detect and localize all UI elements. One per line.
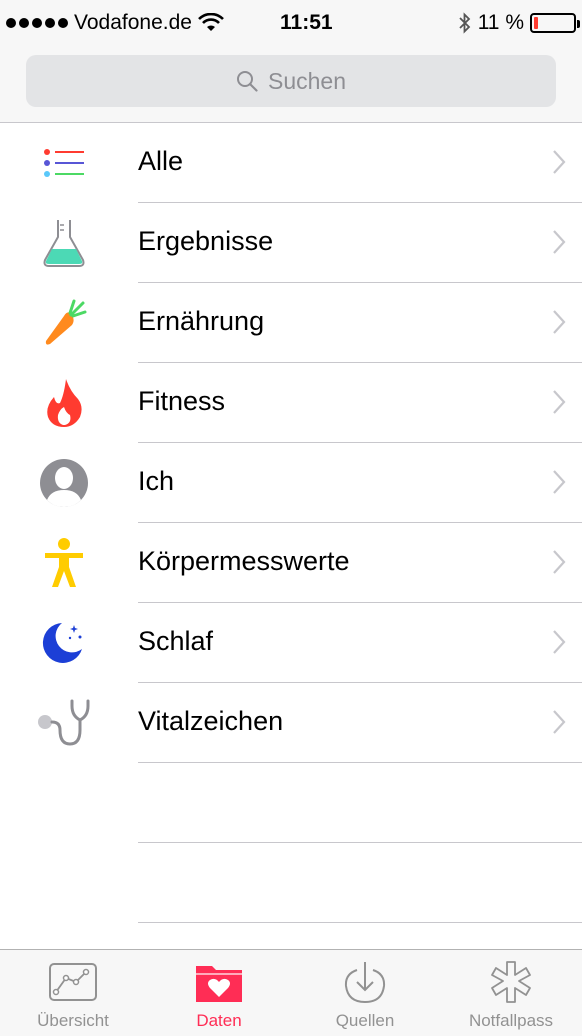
list-item-schlaf[interactable]: Schlaf (0, 603, 582, 683)
chevron-right-icon (553, 470, 566, 494)
tab-uebersicht[interactable]: Übersicht (0, 950, 146, 1036)
flask-icon (34, 215, 94, 271)
chart-icon (49, 963, 97, 1001)
chevron-right-icon (553, 310, 566, 334)
carrot-icon (34, 295, 94, 351)
bluetooth-icon (459, 12, 470, 34)
chevron-right-icon (553, 150, 566, 174)
list-item-label: Vitalzeichen (138, 706, 284, 736)
list-item-label: Schlaf (138, 626, 214, 656)
list-item-vitalzeichen[interactable]: Vitalzeichen (0, 683, 582, 763)
search-area: Suchen (0, 44, 582, 123)
search-input[interactable]: Suchen (26, 55, 556, 107)
tab-bar: Übersicht Daten Quellen Notfallpass (0, 949, 582, 1036)
tab-label: Übersicht (37, 1011, 109, 1030)
battery-percent: 11 % (477, 11, 524, 34)
divider (138, 762, 582, 763)
list-item-ich[interactable]: Ich (0, 443, 582, 523)
list-item-label: Fitness (138, 386, 226, 416)
folder-heart-icon (196, 966, 242, 1002)
chevron-right-icon (553, 230, 566, 254)
list-item-ernaehrung[interactable]: Ernährung (0, 283, 582, 363)
tab-daten[interactable]: Daten (146, 950, 292, 1036)
flame-icon (34, 375, 94, 431)
battery-icon (530, 13, 580, 33)
tab-notfallpass[interactable]: Notfallpass (438, 950, 582, 1036)
clock: 11:51 (280, 11, 333, 34)
list-item-ergebnisse[interactable]: Ergebnisse (0, 203, 582, 283)
category-list: Alle Ergebnisse Ernährung Fitness Ich Kö… (0, 123, 582, 949)
wifi-icon (198, 13, 224, 31)
list-item-label: Ergebnisse (138, 226, 274, 256)
list-item-fitness[interactable]: Fitness (0, 363, 582, 443)
tab-label: Daten (196, 1011, 242, 1030)
chevron-right-icon (553, 390, 566, 414)
chevron-right-icon (553, 550, 566, 574)
list-item-label: Körpermesswerte (138, 546, 350, 576)
asterisk-icon (491, 961, 531, 1003)
moon-icon (34, 615, 94, 671)
list-item-label: Alle (138, 146, 184, 176)
signal-dots-icon (6, 18, 68, 28)
search-icon (236, 71, 258, 92)
chevron-right-icon (553, 630, 566, 654)
search-placeholder: Suchen (267, 67, 346, 94)
list-item-label: Ich (138, 466, 175, 496)
list-item-koerpermesswerte[interactable]: Körpermesswerte (0, 523, 582, 603)
status-bar: Vodafone.de 11:51 11 % (0, 0, 582, 44)
list-item-alle[interactable]: Alle (0, 123, 582, 203)
download-icon (344, 962, 386, 1004)
tab-quellen[interactable]: Quellen (292, 950, 438, 1036)
carrier-name: Vodafone.de (74, 11, 192, 34)
chevron-right-icon (553, 710, 566, 734)
tab-label: Quellen (335, 1011, 395, 1030)
person-icon (34, 455, 94, 511)
list-item-label: Ernährung (138, 306, 265, 336)
tab-label: Notfallpass (468, 1011, 554, 1030)
stethoscope-icon (34, 695, 94, 751)
battery-level (534, 17, 538, 29)
divider (138, 922, 582, 923)
list-icon (34, 135, 94, 191)
body-icon (34, 535, 94, 591)
divider (138, 842, 582, 843)
